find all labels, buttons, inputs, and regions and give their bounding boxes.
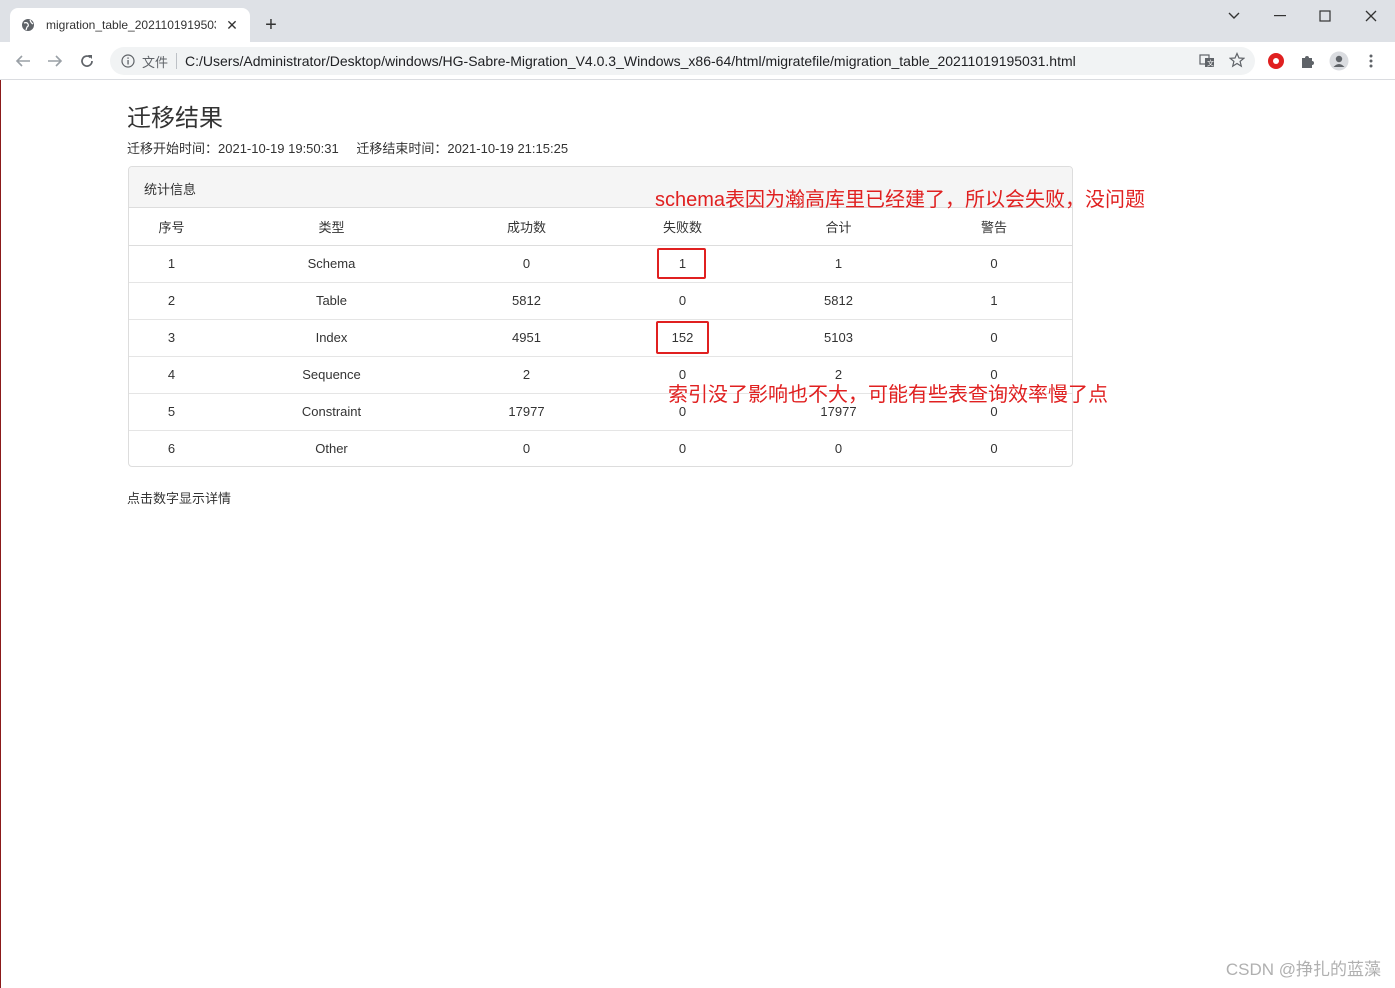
total-count[interactable]: 5103 bbox=[761, 318, 916, 356]
header-success: 成功数 bbox=[449, 208, 604, 246]
statistics-table: 序号 类型 成功数 失败数 合计 警告 1 Schema 0 1 1 0 2 T… bbox=[129, 208, 1072, 466]
menu-kebab-icon[interactable] bbox=[1361, 51, 1381, 71]
new-tab-button[interactable]: + bbox=[260, 14, 282, 36]
annotation-box-schema-failed bbox=[657, 248, 706, 279]
warning-count[interactable]: 1 bbox=[916, 281, 1072, 319]
success-count[interactable]: 0 bbox=[449, 429, 604, 466]
row-type: Table bbox=[214, 281, 449, 319]
header-index: 序号 bbox=[129, 208, 214, 246]
warning-count[interactable]: 0 bbox=[916, 318, 1072, 356]
row-type: Schema bbox=[307, 256, 356, 271]
end-time: 迁移结束时间：2021-10-19 21:15:25 bbox=[356, 141, 569, 156]
profile-avatar-icon[interactable] bbox=[1329, 51, 1349, 71]
header-type: 类型 bbox=[214, 208, 449, 246]
total-count[interactable]: 0 bbox=[761, 429, 916, 466]
info-icon[interactable] bbox=[120, 53, 136, 69]
star-icon[interactable] bbox=[1228, 52, 1246, 73]
reload-button[interactable] bbox=[76, 50, 98, 72]
table-row: 6 Other 0 0 0 0 bbox=[129, 429, 1072, 466]
success-count[interactable]: 2 bbox=[449, 355, 604, 393]
url-separator bbox=[176, 53, 178, 69]
extension-red-icon[interactable] bbox=[1266, 51, 1286, 71]
row-type: Constraint bbox=[214, 392, 449, 430]
page-content: 迁移结果 迁移开始时间：2021-10-19 19:50:31 迁移结束时间：2… bbox=[0, 80, 1395, 988]
row-index: 5 bbox=[129, 392, 214, 430]
success-count[interactable]: 5812 bbox=[449, 281, 604, 319]
hint-text: 点击数字显示详情 bbox=[127, 491, 232, 506]
row-index: 1 bbox=[167, 256, 176, 271]
tab-title: migration_table_20211019195031.html bbox=[46, 18, 216, 32]
success-count[interactable]: 0 bbox=[449, 245, 604, 282]
minimize-button[interactable] bbox=[1269, 6, 1291, 26]
failed-count[interactable]: 0 bbox=[604, 281, 761, 319]
row-type: Other bbox=[214, 429, 449, 466]
success-count[interactable]: 4951 bbox=[449, 318, 604, 356]
browser-toolbar: 文件 C:/Users/Administrator/Desktop/window… bbox=[0, 42, 1395, 80]
annotation-box-index-failed bbox=[656, 321, 709, 354]
failed-count[interactable]: 0 bbox=[604, 429, 761, 466]
table-row: 3 Index 4951 152 5103 0 bbox=[129, 318, 1072, 356]
url-text[interactable]: C:/Users/Administrator/Desktop/windows/H… bbox=[185, 53, 1076, 69]
address-bar[interactable]: 文件 C:/Users/Administrator/Desktop/window… bbox=[110, 47, 1255, 75]
row-index: 6 bbox=[129, 429, 214, 466]
migration-times: 迁移开始时间：2021-10-19 19:50:31 迁移结束时间：2021-1… bbox=[127, 138, 582, 157]
row-type: Index bbox=[214, 318, 449, 356]
watermark: CSDN @挣扎的蓝藻 bbox=[1225, 960, 1381, 979]
success-count[interactable]: 17977 bbox=[449, 392, 604, 430]
header-warning: 警告 bbox=[916, 208, 1072, 246]
tab-bar: migration_table_20211019195031.html ✕ + bbox=[0, 0, 1395, 42]
row-type: Sequence bbox=[214, 355, 449, 393]
header-failed: 失败数 bbox=[604, 208, 761, 246]
svg-text:文: 文 bbox=[1207, 59, 1214, 68]
chevron-down-icon[interactable] bbox=[1223, 6, 1245, 26]
warning-count[interactable]: 0 bbox=[916, 245, 1072, 282]
translate-icon[interactable]: 文 bbox=[1199, 53, 1215, 74]
row-index: 2 bbox=[129, 281, 214, 319]
total-count[interactable]: 5812 bbox=[761, 281, 916, 319]
forward-button[interactable] bbox=[44, 50, 66, 72]
header-total: 合计 bbox=[761, 208, 916, 246]
back-button[interactable] bbox=[12, 50, 34, 72]
maximize-button[interactable] bbox=[1314, 6, 1336, 26]
table-row: 2 Table 5812 0 5812 1 bbox=[129, 281, 1072, 319]
annotation-index-note: 索引没了影响也不大，可能有些表查询效率慢了点 bbox=[668, 384, 1108, 406]
extensions-puzzle-icon[interactable] bbox=[1298, 51, 1318, 71]
url-scheme-label: 文件 bbox=[142, 54, 169, 70]
table-header-row: 序号 类型 成功数 失败数 合计 警告 bbox=[129, 208, 1072, 246]
total-count[interactable]: 1 bbox=[761, 245, 916, 282]
window-close-button[interactable] bbox=[1360, 6, 1382, 26]
row-index: 4 bbox=[129, 355, 214, 393]
annotation-schema-note: schema表因为瀚高库里已经建了，所以会失败，没问题 bbox=[655, 189, 1146, 211]
start-time: 迁移开始时间：2021-10-19 19:50:31 bbox=[127, 141, 339, 156]
table-row: 1 Schema 0 1 1 0 bbox=[129, 245, 1072, 282]
warning-count[interactable]: 0 bbox=[916, 429, 1072, 466]
browser-tab[interactable]: migration_table_20211019195031.html ✕ bbox=[10, 8, 250, 42]
page-title: 迁移结果 bbox=[127, 105, 223, 132]
globe-icon bbox=[20, 17, 36, 33]
close-icon[interactable]: ✕ bbox=[224, 17, 240, 34]
row-index: 3 bbox=[129, 318, 214, 356]
